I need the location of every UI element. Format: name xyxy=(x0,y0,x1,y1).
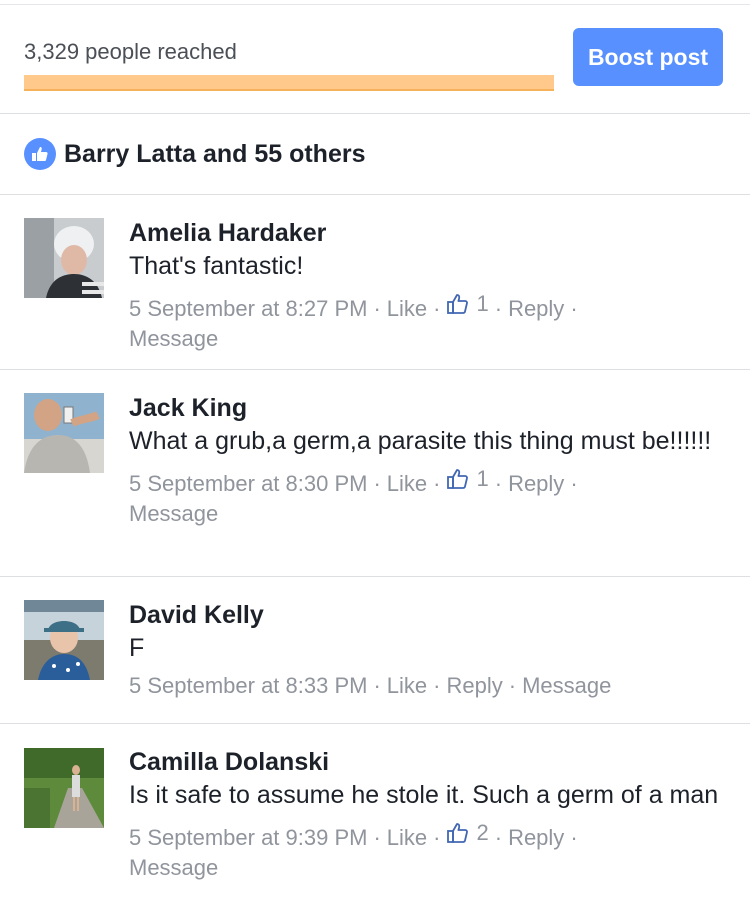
likes-summary[interactable]: Barry Latta and 55 others xyxy=(0,114,750,194)
separator: · xyxy=(373,471,381,496)
comment-meta: 5 September at 9:39 PM · Like · 2 · Reply · Mess… xyxy=(129,818,730,883)
separator: · xyxy=(373,825,381,850)
comment-meta: 5 September at 8:30 PM · Like · 1 · Reply · Mess… xyxy=(129,464,730,529)
commenter-name[interactable]: Jack King xyxy=(129,393,730,423)
comment-text: Is it safe to assume he stole it. Such a… xyxy=(129,781,719,809)
comment-timestamp[interactable]: 5 September at 8:30 PM xyxy=(129,471,367,496)
comment-item: Jack King What a grub,a germ,a parasite … xyxy=(0,370,750,576)
reach-progress-fill xyxy=(24,75,554,91)
separator: · xyxy=(494,825,503,850)
reply-link[interactable]: Reply xyxy=(446,673,502,698)
message-link[interactable]: Message xyxy=(129,501,218,526)
reaction-count[interactable]: 1 xyxy=(446,289,489,319)
commenter-name[interactable]: David Kelly xyxy=(129,600,730,630)
separator: · xyxy=(433,296,441,321)
avatar[interactable] xyxy=(24,600,104,680)
commenter-name[interactable]: Camilla Dolanski xyxy=(129,747,730,777)
reaction-count-value: 2 xyxy=(476,820,489,845)
like-link[interactable]: Like xyxy=(387,825,427,850)
reply-link[interactable]: Reply xyxy=(508,825,564,850)
separator: · xyxy=(433,825,441,850)
separator: · xyxy=(570,471,578,496)
separator: · xyxy=(508,673,517,698)
reach-progress-bar xyxy=(24,75,554,91)
comment-meta: 5 September at 8:27 PM · Like · 1 · Reply · Mess… xyxy=(129,289,730,354)
comment-item: Camilla Dolanski Is it safe to assume he… xyxy=(0,724,750,924)
thumbs-up-icon xyxy=(447,294,469,314)
people-reached-text: 3,329 people reached xyxy=(24,39,237,64)
thumbs-up-icon xyxy=(447,823,469,843)
boost-post-button[interactable]: Boost post xyxy=(573,28,723,86)
comment-item: Amelia Hardaker That's fantastic! 5 Sept… xyxy=(0,195,750,369)
avatar[interactable] xyxy=(24,218,104,298)
message-link[interactable]: Message xyxy=(129,855,218,880)
like-link[interactable]: Like xyxy=(387,673,427,698)
message-link[interactable]: Message xyxy=(129,326,218,351)
comment-timestamp[interactable]: 5 September at 8:27 PM xyxy=(129,296,367,321)
reaction-count[interactable]: 2 xyxy=(446,818,489,848)
separator: · xyxy=(373,673,381,698)
commenter-name[interactable]: Amelia Hardaker xyxy=(129,218,730,248)
reach-section: 3,329 people reached Boost post xyxy=(0,5,750,113)
separator: · xyxy=(570,296,578,321)
like-badge-icon xyxy=(24,138,56,170)
separator: · xyxy=(494,471,503,496)
avatar[interactable] xyxy=(24,393,104,473)
reaction-count-value: 1 xyxy=(476,291,489,316)
comment-timestamp[interactable]: 5 September at 8:33 PM xyxy=(129,673,367,698)
thumbs-up-icon xyxy=(447,469,469,489)
likes-summary-text: Barry Latta and 55 others xyxy=(64,140,366,168)
reply-link[interactable]: Reply xyxy=(508,296,564,321)
like-link[interactable]: Like xyxy=(387,296,427,321)
comment-item: David Kelly F 5 September at 8:33 PM · Lik… xyxy=(0,577,750,723)
comment-text: What a grub,a germ,a parasite this thing… xyxy=(129,427,712,455)
like-link[interactable]: Like xyxy=(387,471,427,496)
comment-meta: 5 September at 8:33 PM · Like · Reply · Messag… xyxy=(129,671,730,701)
separator: · xyxy=(433,673,441,698)
comment-timestamp[interactable]: 5 September at 9:39 PM xyxy=(129,825,367,850)
comment-text: F xyxy=(129,634,145,662)
reaction-count[interactable]: 1 xyxy=(446,464,489,494)
separator: · xyxy=(494,296,503,321)
reply-link[interactable]: Reply xyxy=(508,471,564,496)
comment-text: That's fantastic! xyxy=(129,252,304,280)
avatar[interactable] xyxy=(24,748,104,828)
separator: · xyxy=(433,471,441,496)
separator: · xyxy=(570,825,578,850)
message-link[interactable]: Message xyxy=(522,673,611,698)
reaction-count-value: 1 xyxy=(476,466,489,491)
separator: · xyxy=(373,296,381,321)
